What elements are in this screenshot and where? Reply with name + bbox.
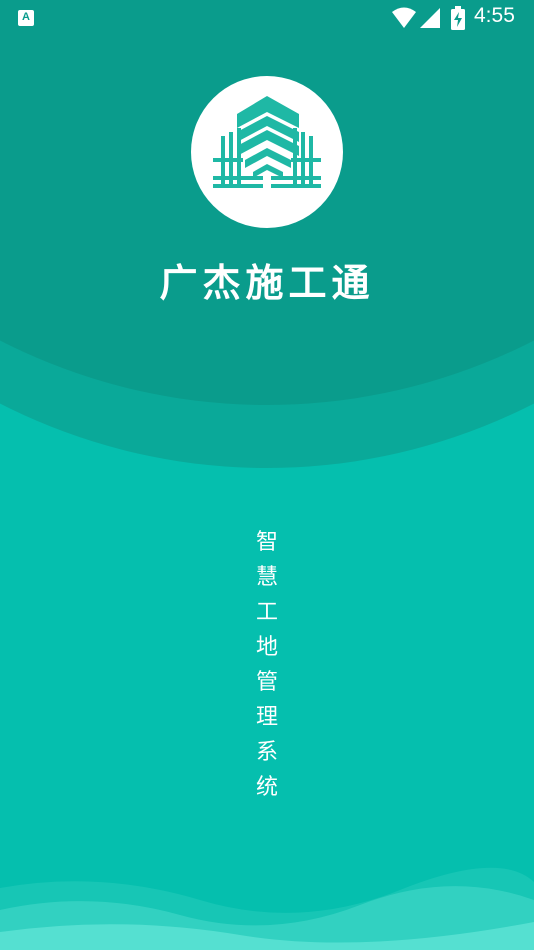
building-icon [213, 96, 321, 188]
status-time: 4:55 [474, 4, 515, 27]
status-bar: A 4:55 [0, 0, 534, 36]
wifi-icon [392, 7, 416, 28]
a-icon: A [18, 10, 34, 26]
bottom-waves [0, 867, 534, 950]
battery-charging-icon [451, 6, 465, 30]
app-title: 广杰施工通 [159, 261, 375, 305]
splash-screen: A 4:55 广杰施工通 智慧工地管理系统 [0, 0, 534, 950]
app-slogan: 智慧工地管理系统 [255, 530, 278, 800]
app-logo [191, 76, 343, 228]
signal-icon [420, 8, 440, 28]
